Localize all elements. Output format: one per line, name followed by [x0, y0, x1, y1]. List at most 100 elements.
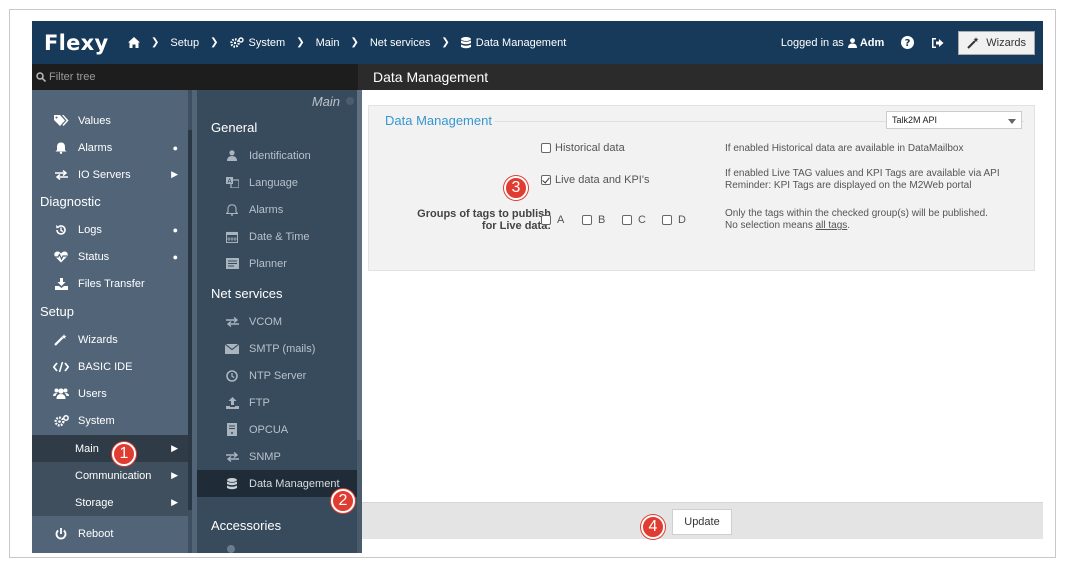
tree-scrollbar-thumb[interactable]: [188, 130, 192, 510]
menu-item-alarms[interactable]: Alarms: [197, 196, 357, 223]
group-d-checkbox[interactable]: [662, 215, 672, 225]
tree-item-values[interactable]: Values: [32, 107, 188, 134]
group-d-label: D: [678, 214, 686, 226]
group-a-option: A: [541, 214, 564, 226]
menu-item-opcua[interactable]: OPCUA: [197, 416, 357, 443]
tree-item-label: BASIC IDE: [78, 360, 133, 373]
caret-right-icon[interactable]: ▶: [171, 470, 178, 481]
flexy-logo[interactable]: Flexy: [44, 31, 128, 55]
cogs-icon: [52, 414, 70, 427]
tree-item-io-servers[interactable]: IO Servers ▶: [32, 161, 188, 188]
menu-item-vcom[interactable]: VCOM: [197, 308, 357, 335]
api-select-value: Talk2M API: [892, 115, 938, 125]
logged-in-user[interactable]: Adm: [860, 37, 884, 49]
tree-item-storage[interactable]: Storage ▶: [32, 489, 188, 516]
menu-item-ntp-server[interactable]: NTP Server: [197, 362, 357, 389]
group-b-option: B: [582, 214, 605, 226]
tree-item-basic-ide[interactable]: BASIC IDE: [32, 353, 188, 380]
live-data-hint: If enabled Live TAG values and KPI Tags …: [725, 168, 1025, 192]
caret-right-icon[interactable]: ▶: [171, 169, 178, 180]
group-a-checkbox[interactable]: [541, 215, 551, 225]
tree-item-label: System: [78, 414, 115, 427]
group-b-checkbox[interactable]: [582, 215, 592, 225]
breadcrumb-net-services[interactable]: Net services: [370, 37, 431, 49]
envelope-icon: [225, 343, 239, 354]
groups-hint-text: No selection means: [725, 220, 813, 231]
update-button[interactable]: Update: [672, 509, 732, 535]
exchange-icon: [225, 451, 239, 462]
breadcrumb-separator: ❯: [296, 37, 305, 48]
menu-item-snmp[interactable]: SNMP: [197, 443, 357, 470]
live-data-checkbox[interactable]: [541, 175, 551, 186]
logout-button[interactable]: [924, 30, 950, 56]
caret-right-icon[interactable]: ▶: [171, 497, 178, 508]
all-tags-link[interactable]: all tags: [816, 220, 848, 231]
menu-item-label: Data Management: [249, 477, 340, 490]
expand-dot-icon[interactable]: ●: [173, 143, 178, 153]
tree-item-label: Reboot: [78, 527, 114, 540]
menu-item-label: SNMP: [249, 450, 281, 463]
filter-tree-input[interactable]: [49, 71, 339, 83]
calendar-icon: [225, 231, 239, 243]
menu-item-label: Language: [249, 176, 298, 189]
breadcrumb: ❯ Setup ❯ System ❯ Main ❯ Net services ❯…: [128, 21, 566, 64]
menu-item-date-time[interactable]: Date & Time: [197, 223, 357, 250]
tree-scrollbar[interactable]: [188, 90, 192, 553]
breadcrumb-setup[interactable]: Setup: [170, 37, 199, 49]
tree-item-files-transfer[interactable]: Files Transfer: [32, 270, 188, 297]
group-c-checkbox[interactable]: [622, 215, 632, 225]
breadcrumb-separator: ❯: [210, 37, 219, 48]
home-icon[interactable]: [128, 37, 140, 48]
menu-item-identification[interactable]: Identification: [197, 142, 357, 169]
callout-badge-1: 1: [112, 442, 136, 466]
tree-item-label: Communication: [75, 469, 152, 482]
bell-icon: [52, 142, 70, 154]
live-data-option: Live data and KPI's: [541, 174, 649, 186]
wizards-button[interactable]: Wizards: [958, 30, 1035, 55]
breadcrumb-separator: ❯: [151, 37, 160, 48]
caret-right-icon[interactable]: ▶: [171, 443, 178, 454]
menu-item-language[interactable]: A Language: [197, 169, 357, 196]
menu-item-label: OPCUA: [249, 423, 289, 436]
tree-item-logs[interactable]: Logs ●: [32, 216, 188, 243]
tree-item-users[interactable]: Users: [32, 380, 188, 407]
data-management-panel: Data Management Talk2M API Historical da…: [368, 105, 1035, 271]
main-menu: Main General Identification A Language A…: [197, 90, 362, 553]
tree-item-communication[interactable]: Communication ▶: [32, 462, 188, 489]
group-c-label: C: [638, 214, 646, 226]
tree-item-system[interactable]: System: [32, 407, 188, 434]
database-icon: [460, 36, 471, 49]
tree-item-label: Files Transfer: [78, 277, 145, 290]
breadcrumb-main[interactable]: Main: [316, 37, 340, 49]
historical-data-checkbox[interactable]: [541, 143, 551, 154]
menu-item-planner[interactable]: Planner: [197, 250, 357, 277]
api-select[interactable]: Talk2M API: [886, 111, 1022, 129]
cogs-icon: [229, 37, 244, 48]
breadcrumb-system[interactable]: System: [229, 37, 285, 49]
menu-item-smtp[interactable]: SMTP (mails): [197, 335, 357, 362]
menu-title: Main: [311, 94, 340, 109]
breadcrumb-data-management[interactable]: Data Management: [460, 36, 566, 49]
expand-dot-icon[interactable]: ●: [173, 252, 178, 262]
history-icon: [52, 224, 70, 236]
menu-section-general: General: [211, 120, 258, 135]
tree-item-label: Alarms: [78, 141, 113, 154]
svg-text:?: ?: [904, 38, 910, 49]
tree-item-wizards[interactable]: Wizards: [32, 326, 188, 353]
groups-label-line-1: Groups of tags to publish: [417, 208, 551, 220]
clock-icon: [225, 369, 239, 382]
navigation-tree: Values Alarms ● IO Servers ▶ Diagnostic …: [32, 90, 197, 553]
tree-item-reboot[interactable]: Reboot: [32, 520, 188, 547]
callout-badge-2: 2: [331, 489, 355, 513]
tree-item-main[interactable]: Main ▶: [32, 435, 188, 462]
planner-icon: [225, 258, 239, 269]
user-icon: [225, 150, 239, 161]
tree-item-status[interactable]: Status ●: [32, 243, 188, 270]
content-area: Data Management Talk2M API Historical da…: [362, 90, 1043, 553]
tree-item-label: Users: [78, 387, 107, 400]
flexy-app: Flexy ❯ Setup ❯ System ❯ Main ❯ Net serv…: [32, 21, 1043, 553]
help-button[interactable]: ?: [894, 30, 920, 56]
expand-dot-icon[interactable]: ●: [173, 225, 178, 235]
tree-item-alarms[interactable]: Alarms ●: [32, 134, 188, 161]
menu-item-ftp[interactable]: FTP: [197, 389, 357, 416]
